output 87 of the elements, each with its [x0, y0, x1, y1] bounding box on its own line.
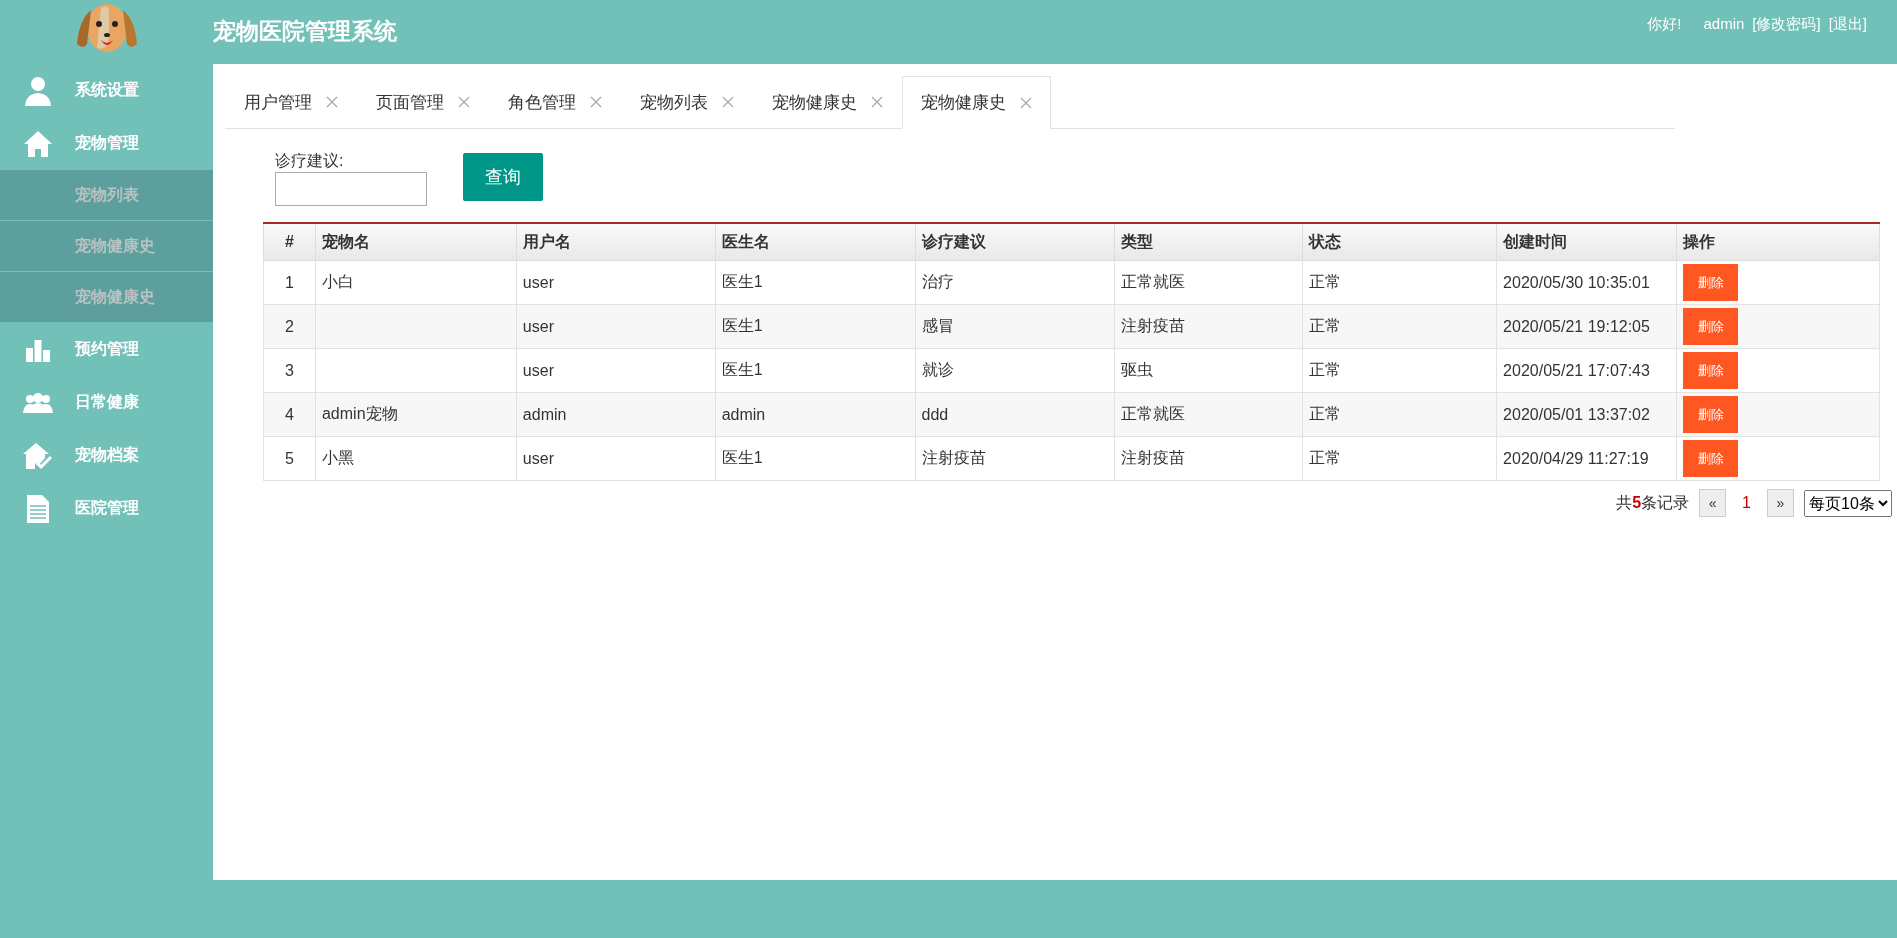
table-cell: 就诊: [915, 348, 1115, 393]
column-header: 用户名: [516, 223, 716, 261]
prev-page-button[interactable]: «: [1699, 489, 1727, 517]
delete-button[interactable]: 删除: [1683, 264, 1739, 301]
table-cell: 2020/05/30 10:35:01: [1496, 260, 1677, 305]
input-field[interactable]: [275, 172, 427, 206]
table-cell: 2: [263, 304, 316, 349]
column-header: 状态: [1302, 223, 1497, 261]
table-cell: 5: [263, 436, 316, 481]
header-link[interactable]: [退出]: [1828, 15, 1867, 34]
table-cell: 2020/05/01 13:37:02: [1496, 392, 1677, 437]
table-cell: 注射疫苗: [915, 436, 1115, 481]
header-link[interactable]: [修改密码]: [1752, 15, 1821, 34]
table-cell: 正常: [1302, 436, 1497, 481]
column-header: 诊疗建议: [915, 223, 1115, 261]
field-label: 诊疗建议:: [275, 151, 345, 171]
table-cell: admin: [516, 392, 716, 437]
sidebar-item[interactable]: 日常健康: [0, 376, 213, 429]
document-icon: [26, 494, 49, 523]
page-number[interactable]: 1: [1736, 494, 1757, 512]
table-cell: admin宠物: [315, 392, 517, 437]
table-cell: 正常: [1302, 392, 1497, 437]
table-cell: user: [516, 348, 716, 393]
person-icon: [23, 75, 52, 106]
table-cell: 小白: [315, 260, 517, 305]
submenu-item[interactable]: 宠物健康史: [0, 221, 213, 272]
record-count: 共5条记录: [1616, 492, 1690, 513]
tab[interactable]: 宠物健康史: [902, 76, 1051, 129]
table-cell: 驱虫: [1114, 348, 1303, 393]
table-cell: 4: [263, 392, 316, 437]
table-cell: 注射疫苗: [1114, 304, 1303, 349]
submenu-item[interactable]: 宠物列表: [0, 170, 213, 221]
delete-button[interactable]: 删除: [1683, 396, 1739, 433]
username-text: admin: [1703, 15, 1745, 34]
close-icon[interactable]: [722, 96, 734, 108]
table-cell: 2020/05/21 17:07:43: [1496, 348, 1677, 393]
home-icon: [22, 129, 53, 158]
submenu-item[interactable]: 宠物健康史: [0, 272, 213, 323]
column-header: #: [263, 223, 316, 261]
house-check-icon: [22, 441, 53, 470]
table-cell: 正常: [1302, 348, 1497, 393]
column-header: 医生名: [715, 223, 916, 261]
close-icon[interactable]: [871, 96, 883, 108]
table-cell: 医生1: [715, 260, 916, 305]
table-cell: 治疗: [915, 260, 1115, 305]
table-cell: 医生1: [715, 348, 916, 393]
table-cell: 2020/05/21 19:12:05: [1496, 304, 1677, 349]
sidebar-item[interactable]: 预约管理: [0, 323, 213, 376]
next-page-button[interactable]: »: [1767, 489, 1794, 517]
bar-chart-icon: [25, 337, 50, 362]
table-cell: user: [516, 304, 716, 349]
column-header: 创建时间: [1496, 223, 1677, 261]
table-cell: 2020/04/29 11:27:19: [1496, 436, 1677, 481]
sidebar-item[interactable]: 宠物档案: [0, 429, 213, 482]
table-cell: 注射疫苗: [1114, 436, 1303, 481]
app-title: 宠物医院管理系统: [213, 16, 397, 46]
column-header: 宠物名: [315, 223, 517, 261]
sidebar-item[interactable]: 宠物管理: [0, 117, 213, 170]
table-cell: user: [516, 260, 716, 305]
close-icon[interactable]: [458, 96, 470, 108]
table-cell: 正常: [1302, 304, 1497, 349]
table-cell: 正常就医: [1114, 260, 1303, 305]
search-button[interactable]: 查询: [463, 153, 543, 201]
table-cell: ddd: [915, 392, 1115, 437]
close-icon[interactable]: [590, 96, 602, 108]
sidebar-item[interactable]: 系统设置: [0, 64, 213, 117]
sidebar-item[interactable]: 医院管理: [0, 482, 213, 535]
greeting-text: 你好!: [1647, 15, 1682, 34]
table-cell: 正常: [1302, 260, 1497, 305]
column-header: 类型: [1114, 223, 1303, 261]
table-cell: 小黑: [315, 436, 517, 481]
table-cell: admin: [715, 392, 916, 437]
group-icon: [22, 392, 53, 413]
table-cell: 感冒: [915, 304, 1115, 349]
table-cell: 1: [263, 260, 316, 305]
table-cell: 医生1: [715, 304, 916, 349]
table-cell: user: [516, 436, 716, 481]
table-cell: 正常就医: [1114, 392, 1303, 437]
table-cell: 医生1: [715, 436, 916, 481]
delete-button[interactable]: 删除: [1683, 308, 1739, 345]
delete-button[interactable]: 删除: [1683, 440, 1739, 477]
close-icon[interactable]: [326, 96, 338, 108]
page-size-select[interactable]: 每页10条: [1804, 489, 1892, 517]
delete-button[interactable]: 删除: [1683, 352, 1739, 389]
table-cell: 3: [263, 348, 316, 393]
column-header: 操作: [1676, 223, 1880, 261]
close-icon[interactable]: [1020, 96, 1032, 109]
